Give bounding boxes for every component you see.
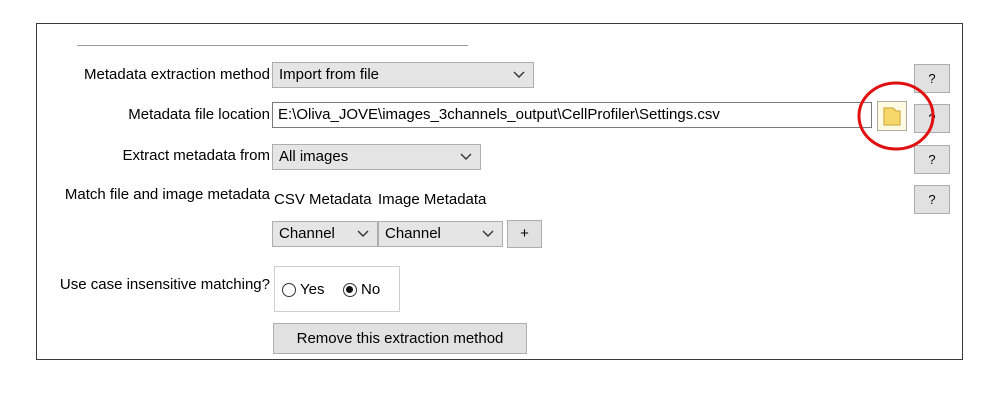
chevron-down-icon [460, 145, 472, 169]
extraction-method-label: Metadata extraction method [84, 66, 270, 83]
csv-metadata-header: CSV Metadata [274, 191, 372, 208]
add-metadata-pair-button[interactable]: + [507, 220, 542, 248]
radio-no[interactable] [343, 283, 357, 297]
file-location-label: Metadata file location [128, 106, 270, 123]
radio-yes-label: Yes [300, 281, 325, 298]
image-metadata-value: Channel [385, 225, 441, 242]
csv-metadata-dropdown[interactable]: Channel [272, 221, 378, 247]
extract-from-dropdown[interactable]: All images [272, 144, 481, 170]
chevron-down-icon [513, 63, 525, 87]
chevron-down-icon [482, 222, 494, 246]
image-metadata-header: Image Metadata [378, 191, 487, 208]
csv-metadata-value: Channel [279, 225, 335, 242]
section-divider [77, 45, 468, 46]
match-metadata-help-button[interactable]: ? [914, 185, 950, 214]
file-location-input[interactable]: E:\Oliva_JOVE\images_3channels_output\Ce… [272, 102, 872, 128]
match-metadata-label: Match file and image metadata [64, 186, 270, 203]
annotation-circle [857, 81, 935, 151]
remove-extraction-method-button[interactable]: Remove this extraction method [273, 323, 527, 354]
case-insensitive-label: Use case insensitive matching? [59, 276, 270, 293]
extraction-method-dropdown[interactable]: Import from file [272, 62, 534, 88]
extract-from-label: Extract metadata from [122, 147, 270, 164]
radio-yes[interactable] [282, 283, 296, 297]
extraction-method-value: Import from file [279, 66, 380, 83]
extract-from-value: All images [279, 148, 349, 165]
image-metadata-dropdown[interactable]: Channel [378, 221, 503, 247]
chevron-down-icon [357, 222, 369, 246]
radio-no-label: No [361, 281, 381, 298]
